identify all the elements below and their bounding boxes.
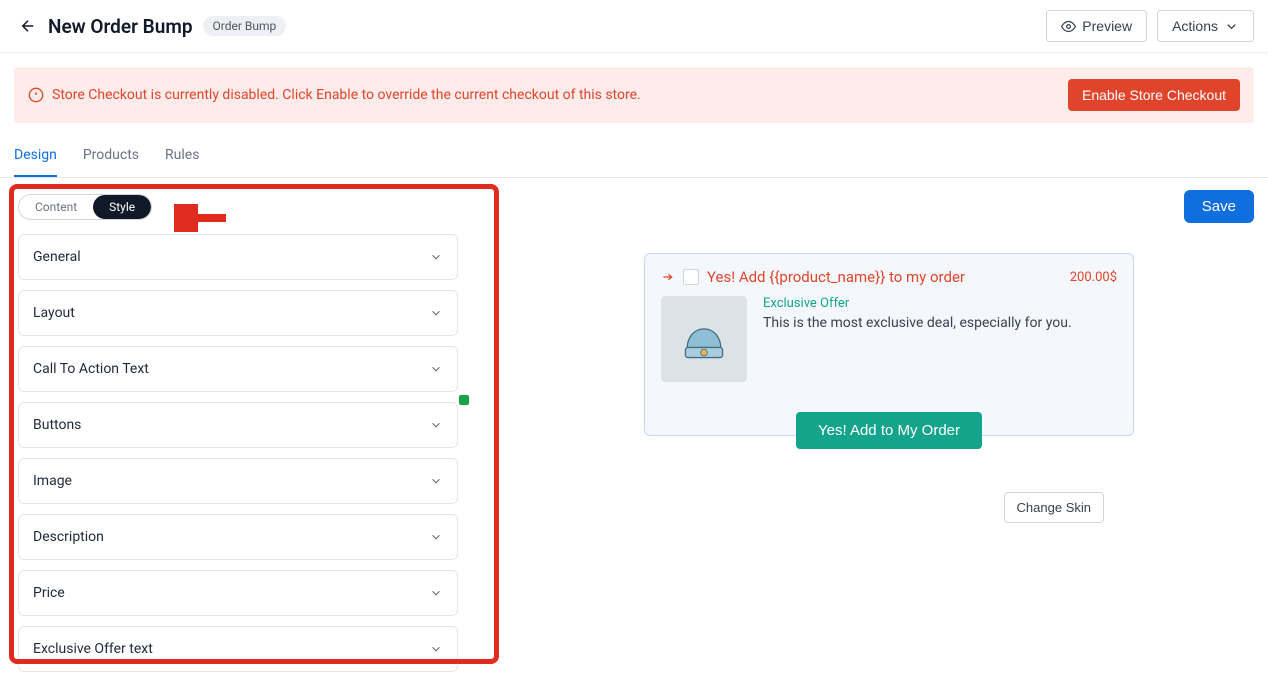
main-tabs: Design Products Rules bbox=[0, 137, 1268, 178]
accordion-cta-label: Call To Action Text bbox=[33, 361, 149, 377]
chevron-down-icon bbox=[429, 362, 443, 376]
change-skin-button[interactable]: Change Skin bbox=[1004, 492, 1104, 523]
page-title: New Order Bump bbox=[48, 15, 193, 38]
accordion-buttons[interactable]: Buttons bbox=[18, 402, 458, 448]
chevron-down-icon bbox=[429, 586, 443, 600]
accordion-description[interactable]: Description bbox=[18, 514, 458, 560]
order-bump-badge: Order Bump bbox=[203, 16, 287, 36]
back-button[interactable] bbox=[14, 12, 42, 40]
accordion-image[interactable]: Image bbox=[18, 458, 458, 504]
accordion-layout[interactable]: Layout bbox=[18, 290, 458, 336]
exclusive-offer-text: Exclusive Offer bbox=[763, 296, 1117, 311]
style-accordion: General Layout Call To Action Text Butto… bbox=[18, 234, 458, 672]
accordion-layout-label: Layout bbox=[33, 305, 75, 321]
accordion-exclusive-offer[interactable]: Exclusive Offer text bbox=[18, 626, 458, 672]
info-icon bbox=[28, 87, 44, 103]
chevron-down-icon bbox=[429, 250, 443, 264]
accordion-description-label: Description bbox=[33, 529, 104, 545]
chevron-down-icon bbox=[429, 530, 443, 544]
bump-title: Yes! Add {{product_name}} to my order bbox=[707, 268, 965, 286]
eye-icon bbox=[1061, 19, 1076, 34]
store-checkout-alert: Store Checkout is currently disabled. Cl… bbox=[14, 67, 1254, 123]
chevron-down-icon bbox=[1224, 19, 1239, 34]
preview-button-label: Preview bbox=[1082, 18, 1132, 34]
accordion-buttons-label: Buttons bbox=[33, 417, 81, 433]
actions-button[interactable]: Actions bbox=[1157, 10, 1254, 42]
product-image bbox=[661, 296, 747, 382]
bump-checkbox[interactable] bbox=[683, 269, 699, 285]
arrow-left-icon bbox=[19, 17, 37, 35]
accordion-general-label: General bbox=[33, 249, 81, 265]
segment-content[interactable]: Content bbox=[19, 195, 93, 219]
chevron-down-icon bbox=[429, 306, 443, 320]
segment-style[interactable]: Style bbox=[93, 195, 151, 219]
order-bump-preview: Yes! Add {{product_name}} to my order 20… bbox=[644, 253, 1134, 436]
bump-price: 200.00$ bbox=[1070, 270, 1117, 285]
beanie-icon bbox=[677, 312, 731, 366]
arrow-right-icon bbox=[661, 270, 675, 284]
enable-store-checkout-button[interactable]: Enable Store Checkout bbox=[1068, 79, 1240, 111]
accordion-exclusive-label: Exclusive Offer text bbox=[33, 641, 153, 657]
add-to-order-button[interactable]: Yes! Add to My Order bbox=[796, 412, 982, 449]
tab-design[interactable]: Design bbox=[14, 137, 57, 177]
indicator-dot bbox=[459, 395, 469, 405]
accordion-price[interactable]: Price bbox=[18, 570, 458, 616]
tab-rules[interactable]: Rules bbox=[165, 137, 199, 177]
preview-button[interactable]: Preview bbox=[1046, 10, 1147, 42]
chevron-down-icon bbox=[429, 418, 443, 432]
accordion-image-label: Image bbox=[33, 473, 72, 489]
accordion-call-to-action[interactable]: Call To Action Text bbox=[18, 346, 458, 392]
accordion-general[interactable]: General bbox=[18, 234, 458, 280]
editor-mode-toggle: Content Style bbox=[18, 194, 152, 220]
tab-products[interactable]: Products bbox=[83, 137, 139, 177]
actions-button-label: Actions bbox=[1172, 18, 1218, 34]
accordion-price-label: Price bbox=[33, 585, 65, 601]
save-button[interactable]: Save bbox=[1184, 190, 1254, 223]
alert-text: Store Checkout is currently disabled. Cl… bbox=[52, 87, 1068, 103]
chevron-down-icon bbox=[429, 474, 443, 488]
chevron-down-icon bbox=[429, 642, 443, 656]
bump-description: This is the most exclusive deal, especia… bbox=[763, 315, 1117, 331]
